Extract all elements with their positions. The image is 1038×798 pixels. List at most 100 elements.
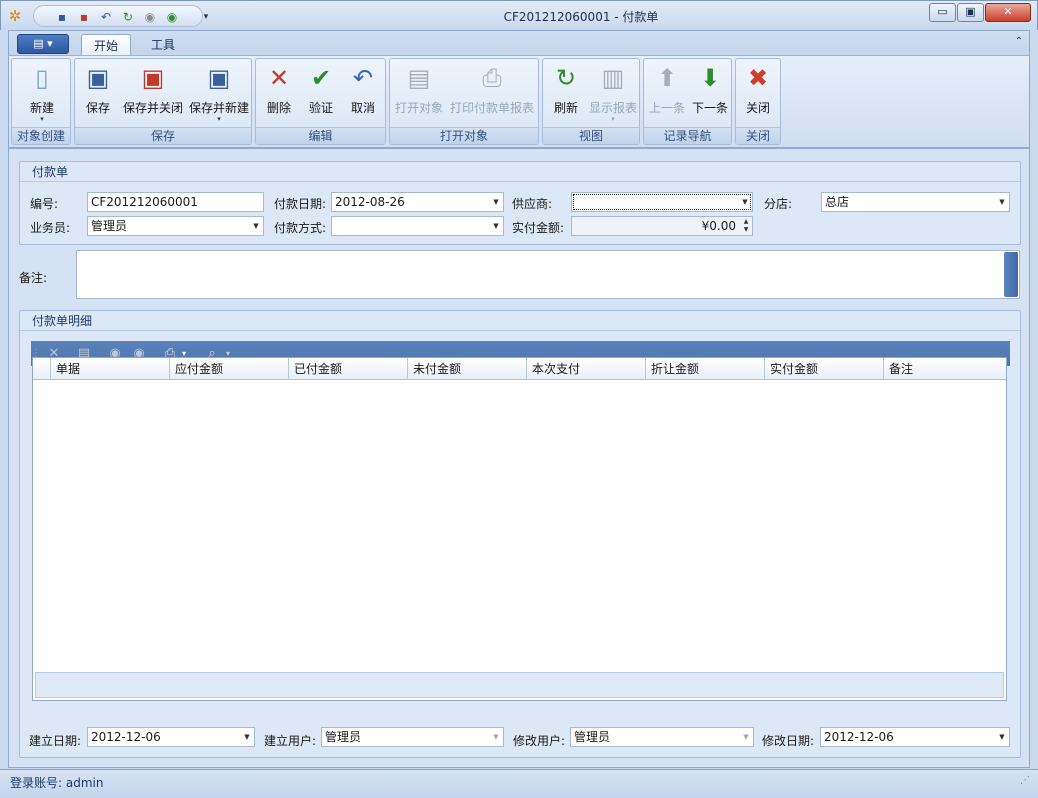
- salesman-combo[interactable]: 管理员 ▼: [87, 216, 264, 236]
- chevron-down-icon[interactable]: ▼: [738, 193, 752, 211]
- supplier-combo[interactable]: ▼: [571, 192, 753, 212]
- show-report-button[interactable]: ▥ 显示报表 ▾: [587, 63, 639, 125]
- branch-label: 分店:: [764, 197, 793, 211]
- chevron-down-icon[interactable]: ▼: [995, 193, 1009, 211]
- save-close-icon[interactable]: ▪: [76, 9, 92, 25]
- modified-user-label: 修改用户:: [513, 734, 566, 748]
- new-button[interactable]: ▯ 新建 ▾: [16, 63, 68, 125]
- branch-combo[interactable]: 总店 ▼: [821, 192, 1010, 212]
- section-title: 付款单: [20, 162, 1020, 182]
- section-title: 付款单明细: [20, 311, 1020, 331]
- print-payment-report-button[interactable]: ⎙ 打印付款单报表: [448, 63, 536, 125]
- chevron-down-icon[interactable]: ▼: [240, 728, 254, 746]
- spin-icon[interactable]: ▲ ▼: [740, 217, 752, 235]
- modified-date-field[interactable]: 2012-12-06 ▼: [820, 727, 1010, 747]
- up-icon[interactable]: ◉: [142, 9, 158, 25]
- status-bar: 登录账号: admin ⋰: [0, 769, 1038, 798]
- column-header[interactable]: 已付金额: [289, 358, 408, 380]
- delete-button[interactable]: ✕ 删除: [260, 63, 298, 125]
- previous-record-button[interactable]: ⬆ 上一条: [646, 63, 688, 125]
- close-red-icon: ✖: [747, 64, 769, 92]
- undo-icon[interactable]: ↶: [98, 9, 114, 25]
- save-new-icon: ▣: [207, 64, 231, 92]
- group-close: ✖ 关闭 关闭: [735, 58, 781, 145]
- group-record-navigation: ⬆ 上一条 ⬇ 下一条 记录导航: [643, 58, 732, 145]
- column-header[interactable]: 应付金额: [170, 358, 289, 380]
- remark-scrollbar[interactable]: [1004, 252, 1018, 297]
- group-edit: ✕ 删除 ✔ 验证 ↶ 取消 编辑: [255, 58, 386, 145]
- save-button[interactable]: ▣ 保存: [79, 63, 117, 125]
- created-user-label: 建立用户:: [264, 734, 317, 748]
- next-record-button[interactable]: ⬇ 下一条: [689, 63, 731, 125]
- chevron-down-icon[interactable]: ▼: [489, 217, 503, 235]
- new-doc-icon: ▯: [35, 64, 49, 92]
- undo-icon: ↶: [352, 64, 374, 92]
- dropdown-arrow-icon: ▾: [40, 115, 44, 123]
- up-arrow-icon: ⬆: [656, 64, 678, 92]
- dropdown-arrow-icon: ▾: [611, 115, 615, 123]
- refresh-icon[interactable]: ↻: [120, 9, 136, 25]
- open-object-button[interactable]: ▤ 打开对象: [394, 63, 444, 125]
- check-icon: ✔: [310, 64, 332, 92]
- group-title: 编辑: [256, 127, 385, 144]
- chevron-down-icon[interactable]: ▼: [249, 217, 263, 235]
- validate-button[interactable]: ✔ 验证: [302, 63, 340, 125]
- save-icon[interactable]: ▪: [54, 9, 70, 25]
- grid-footer: [35, 672, 1004, 698]
- supplier-label: 供应商:: [512, 197, 553, 211]
- login-account-text: 登录账号: admin: [10, 776, 104, 790]
- chevron-down-icon[interactable]: ▼: [995, 728, 1009, 746]
- remark-textarea[interactable]: [76, 250, 1020, 299]
- tab-tools[interactable]: 工具: [139, 34, 187, 57]
- customize-icon[interactable]: ▾: [198, 9, 214, 25]
- group-open-object: ▤ 打开对象 ⎙ 打印付款单报表 打开对象: [389, 58, 539, 145]
- application-menu-button[interactable]: ▤ ▾: [17, 34, 69, 54]
- group-title: 关闭: [736, 127, 780, 144]
- close-window-button[interactable]: ✕: [985, 3, 1031, 22]
- pay-date-field[interactable]: 2012-08-26 ▼: [331, 192, 504, 212]
- modified-user-field[interactable]: 管理员 ▼: [570, 727, 754, 747]
- number-field[interactable]: CF201212060001: [87, 192, 264, 212]
- down-arrow-icon: ⬇: [699, 64, 721, 92]
- column-header[interactable]: 单据: [51, 358, 170, 380]
- column-header[interactable]: 备注: [884, 358, 1006, 380]
- payment-detail-section: 付款单明细 ⋮ ✕ ▤ ◉ ◉ ⎙ ▾ ⌕ ▾ 单据 应付金额 已付金额 未付金…: [19, 310, 1021, 758]
- chevron-down-icon[interactable]: ▼: [489, 728, 503, 746]
- created-date-field[interactable]: 2012-12-06 ▼: [87, 727, 255, 747]
- column-header[interactable]: 实付金额: [765, 358, 884, 380]
- app-gear-icon[interactable]: ✲: [7, 8, 23, 24]
- save-and-new-button[interactable]: ▣ 保存并新建 ▾: [187, 63, 251, 125]
- column-header[interactable]: 本次支付: [527, 358, 646, 380]
- close-button[interactable]: ✖ 关闭: [739, 63, 777, 125]
- save-close-icon: ▣: [141, 64, 165, 92]
- maximize-button[interactable]: ▣: [957, 3, 984, 22]
- quick-access-toolbar: ▪ ▪ ↶ ↻ ◉ ◉ ▾: [33, 5, 208, 27]
- dropdown-arrow-icon: ▾: [217, 115, 221, 123]
- created-user-field[interactable]: 管理员 ▼: [321, 727, 504, 747]
- column-header[interactable]: 未付金额: [408, 358, 527, 380]
- group-title: 记录导航: [644, 127, 731, 144]
- chevron-down-icon[interactable]: ▼: [489, 193, 503, 211]
- refresh-button[interactable]: ↻ 刷新: [547, 63, 585, 125]
- printer-icon: ⎙: [482, 64, 502, 92]
- column-header[interactable]: 折让金额: [646, 358, 765, 380]
- save-and-close-button[interactable]: ▣ 保存并关闭: [121, 63, 185, 125]
- tab-start[interactable]: 开始: [81, 34, 132, 57]
- open-object-icon: ▤: [407, 64, 431, 92]
- form-area: 付款单 编号: CF201212060001 付款日期: 2012-08-26 …: [8, 148, 1030, 768]
- collapse-ribbon-icon[interactable]: ⌃: [1015, 36, 1023, 47]
- minimize-button[interactable]: ▭: [929, 3, 956, 22]
- save-icon: ▣: [86, 64, 110, 92]
- group-save: ▣ 保存 ▣ 保存并关闭 ▣ 保存并新建 ▾ 保存: [74, 58, 252, 145]
- report-icon: ▥: [601, 64, 625, 92]
- chevron-down-icon[interactable]: ▼: [739, 728, 753, 746]
- delete-icon: ✕: [268, 64, 290, 92]
- group-title: 打开对象: [390, 127, 538, 144]
- title-bar: ✲ ▪ ▪ ↶ ↻ ◉ ◉ ▾ CF201212060001 - 付款单 ▭ ▣…: [0, 0, 1038, 30]
- pay-method-combo[interactable]: ▼: [331, 216, 504, 236]
- paid-amount-field[interactable]: ¥0.00 ▲ ▼: [571, 216, 753, 236]
- resize-grip-icon[interactable]: ⋰: [1020, 775, 1030, 786]
- down-icon[interactable]: ◉: [164, 9, 180, 25]
- cancel-button[interactable]: ↶ 取消: [344, 63, 382, 125]
- group-object-create: ▯ 新建 ▾ 对象创建: [11, 58, 71, 145]
